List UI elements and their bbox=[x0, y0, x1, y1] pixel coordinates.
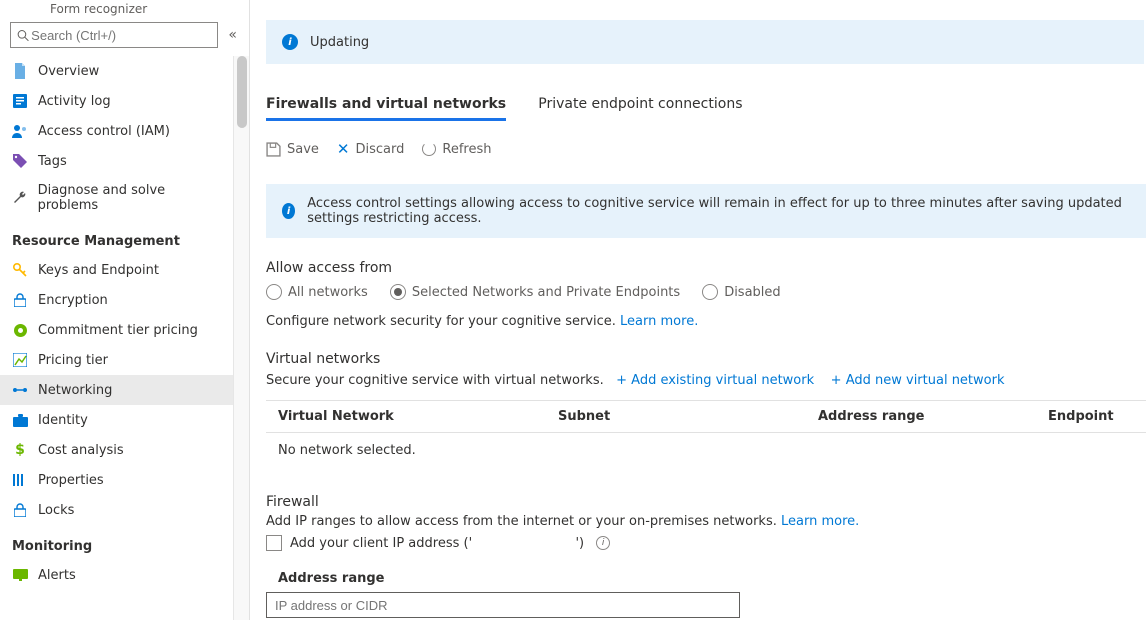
sidebar-item-label: Activity log bbox=[38, 94, 111, 109]
resource-type-label: Form recognizer bbox=[0, 0, 249, 22]
group-monitoring: Monitoring bbox=[0, 525, 249, 560]
add-client-ip-label: Add your client IP address (' ') bbox=[290, 536, 584, 551]
search-input[interactable] bbox=[29, 27, 211, 44]
search-box[interactable] bbox=[10, 22, 218, 48]
properties-icon bbox=[12, 472, 28, 488]
info-icon: i bbox=[282, 34, 298, 50]
sidebar-item-pricing-tier[interactable]: Pricing tier bbox=[0, 345, 233, 375]
refresh-button[interactable]: Refresh bbox=[422, 142, 491, 157]
learn-more-link[interactable]: Learn more. bbox=[620, 314, 698, 329]
scrollbar[interactable] bbox=[233, 56, 249, 620]
sidebar-item-overview[interactable]: Overview bbox=[0, 56, 233, 86]
col-endpoint: Endpoint bbox=[1048, 409, 1134, 424]
lock-icon bbox=[12, 292, 28, 308]
sidebar-item-label: Identity bbox=[38, 413, 88, 428]
col-virtual-network: Virtual Network bbox=[278, 409, 558, 424]
sidebar-item-iam[interactable]: Access control (IAM) bbox=[0, 116, 233, 146]
updating-banner: i Updating bbox=[266, 20, 1144, 64]
radio-selected-networks[interactable]: Selected Networks and Private Endpoints bbox=[390, 284, 680, 300]
address-range-header: Address range bbox=[278, 571, 1146, 586]
sidebar-item-label: Locks bbox=[38, 503, 74, 518]
add-client-ip-checkbox[interactable] bbox=[266, 535, 282, 551]
sidebar-item-locks[interactable]: Locks bbox=[0, 495, 233, 525]
sidebar-item-label: Pricing tier bbox=[38, 353, 108, 368]
sidebar-item-label: Keys and Endpoint bbox=[38, 263, 159, 278]
x-icon: ✕ bbox=[337, 140, 350, 158]
add-existing-vnet-link[interactable]: + Add existing virtual network bbox=[616, 373, 814, 388]
firewall-learn-more-link[interactable]: Learn more. bbox=[781, 514, 859, 529]
wrench-icon bbox=[12, 190, 28, 206]
sidebar: Form recognizer « Overview Activity log … bbox=[0, 0, 250, 620]
group-resource-management: Resource Management bbox=[0, 220, 249, 255]
document-icon bbox=[12, 63, 28, 79]
sidebar-item-keys[interactable]: Keys and Endpoint bbox=[0, 255, 233, 285]
configure-desc: Configure network security for your cogn… bbox=[266, 314, 1146, 329]
tab-private-endpoint[interactable]: Private endpoint connections bbox=[538, 90, 742, 118]
sidebar-item-label: Access control (IAM) bbox=[38, 124, 170, 139]
networking-icon bbox=[12, 382, 28, 398]
tab-firewalls[interactable]: Firewalls and virtual networks bbox=[266, 90, 506, 121]
sidebar-item-networking[interactable]: Networking bbox=[0, 375, 233, 405]
radio-disabled[interactable]: Disabled bbox=[702, 284, 780, 300]
tab-bar: Firewalls and virtual networks Private e… bbox=[266, 90, 1146, 122]
sidebar-item-properties[interactable]: Properties bbox=[0, 465, 233, 495]
sidebar-item-encryption[interactable]: Encryption bbox=[0, 285, 233, 315]
main-content: i Updating Firewalls and virtual network… bbox=[250, 0, 1146, 620]
alerts-icon bbox=[12, 567, 28, 583]
person-icon bbox=[12, 123, 28, 139]
address-range-input[interactable] bbox=[266, 592, 740, 618]
sidebar-item-label: Tags bbox=[38, 154, 67, 169]
sidebar-item-label: Diagnose and solve problems bbox=[38, 183, 225, 213]
briefcase-icon bbox=[12, 412, 28, 428]
sidebar-item-label: Properties bbox=[38, 473, 104, 488]
lock-icon bbox=[12, 502, 28, 518]
save-button[interactable]: Save bbox=[266, 142, 319, 157]
sidebar-item-diagnose[interactable]: Diagnose and solve problems bbox=[0, 176, 233, 220]
sidebar-item-tags[interactable]: Tags bbox=[0, 146, 233, 176]
sidebar-item-activity-log[interactable]: Activity log bbox=[0, 86, 233, 116]
sidebar-item-alerts[interactable]: Alerts bbox=[0, 560, 233, 590]
collapse-sidebar-button[interactable]: « bbox=[224, 25, 241, 45]
sidebar-item-label: Encryption bbox=[38, 293, 108, 308]
allow-access-radios: All networks Selected Networks and Priva… bbox=[266, 284, 1146, 300]
banner-text: Updating bbox=[310, 35, 369, 50]
refresh-icon bbox=[422, 142, 436, 156]
discard-button[interactable]: ✕ Discard bbox=[337, 140, 404, 158]
sidebar-item-label: Commitment tier pricing bbox=[38, 323, 198, 338]
pricing-icon bbox=[12, 352, 28, 368]
dollar-icon: $ bbox=[12, 442, 28, 458]
firewall-title: Firewall bbox=[266, 494, 1146, 510]
search-icon bbox=[17, 29, 29, 42]
add-new-vnet-link[interactable]: + Add new virtual network bbox=[831, 373, 1005, 388]
access-notice: i Access control settings allowing acces… bbox=[266, 184, 1146, 238]
info-icon[interactable]: i bbox=[596, 536, 610, 550]
save-icon bbox=[266, 142, 281, 157]
sidebar-item-cost[interactable]: $ Cost analysis bbox=[0, 435, 233, 465]
vnet-empty-row: No network selected. bbox=[266, 433, 1146, 468]
gear-circle-icon bbox=[12, 322, 28, 338]
key-icon bbox=[12, 262, 28, 278]
info-icon: i bbox=[282, 203, 295, 219]
toolbar: Save ✕ Discard Refresh bbox=[266, 140, 1146, 158]
log-icon bbox=[12, 93, 28, 109]
sidebar-item-label: Overview bbox=[38, 64, 99, 79]
col-address-range: Address range bbox=[818, 409, 1048, 424]
vnet-table: Virtual Network Subnet Address range End… bbox=[266, 400, 1146, 468]
allow-access-title: Allow access from bbox=[266, 260, 1146, 276]
vnet-title: Virtual networks bbox=[266, 351, 1146, 367]
col-subnet: Subnet bbox=[558, 409, 818, 424]
radio-all-networks[interactable]: All networks bbox=[266, 284, 368, 300]
notice-text: Access control settings allowing access … bbox=[307, 196, 1130, 226]
sidebar-item-label: Networking bbox=[38, 383, 112, 398]
firewall-desc: Add IP ranges to allow access from the i… bbox=[266, 514, 1146, 529]
vnet-subtitle: Secure your cognitive service with virtu… bbox=[266, 373, 1146, 388]
sidebar-item-label: Alerts bbox=[38, 568, 76, 583]
tag-icon bbox=[12, 153, 28, 169]
sidebar-item-identity[interactable]: Identity bbox=[0, 405, 233, 435]
sidebar-item-label: Cost analysis bbox=[38, 443, 124, 458]
sidebar-item-commitment[interactable]: Commitment tier pricing bbox=[0, 315, 233, 345]
